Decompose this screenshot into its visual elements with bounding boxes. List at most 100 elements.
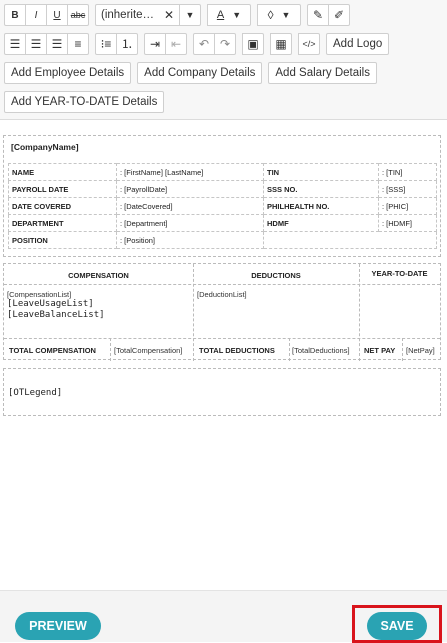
salary-section[interactable]: COMPENSATION DEDUCTIONS YEAR-TO-DATE [Co…: [3, 263, 441, 361]
editor-toolbar: B I U abc (inherite… ✕ ▼ A ▼ ◊ ▼ ✎ ✐ ☰ ☰…: [0, 0, 447, 120]
add-logo-button[interactable]: Add Logo: [326, 33, 390, 55]
outdent-button[interactable]: ⇤: [165, 33, 187, 55]
fill-color-icon: ◊: [267, 8, 274, 22]
leave-usage-list: [LeaveUsageList]: [7, 299, 94, 309]
code-group: </>: [298, 33, 320, 55]
add-salary-details-button[interactable]: Add Salary Details: [268, 62, 377, 84]
deduction-list: [DeductionList]: [197, 290, 247, 299]
font-family-dropdown[interactable]: ▼: [179, 4, 201, 26]
cell-divider: [289, 338, 290, 361]
cell-divider: [402, 338, 403, 361]
strikethrough-button[interactable]: abc: [67, 4, 89, 26]
add-company-details-button[interactable]: Add Company Details: [137, 62, 263, 84]
add-ytd-details-button[interactable]: Add YEAR-TO-DATE Details: [4, 91, 165, 113]
position-value: : [Position]: [116, 231, 264, 249]
footer-bar: PREVIEW SAVE: [0, 590, 447, 643]
hdmf-label: HDMF: [263, 214, 379, 232]
department-value: : [Department]: [116, 214, 264, 232]
redo-button[interactable]: ↷: [214, 33, 236, 55]
align-center-icon: ☰: [30, 37, 42, 51]
font-color-icon: A: [216, 9, 225, 21]
bullet-list-icon: ⁝≡: [100, 37, 112, 51]
justify-icon: ≡: [74, 37, 82, 51]
leave-balance-list: [LeaveBalanceList]: [7, 310, 105, 320]
row-divider: [4, 284, 440, 285]
align-left-button[interactable]: ☰: [4, 33, 26, 55]
tin-value: : [TIN]: [378, 163, 437, 181]
toolbar-row-2: ☰ ☰ ☰ ≡ ⁝≡ ⒈ ⇥ ⇤ ↶ ↷ ▣ ▦ </> Add Logo: [4, 33, 390, 55]
total-deductions-value: [TotalDeductions]: [292, 346, 350, 355]
justify-button[interactable]: ≡: [67, 33, 89, 55]
bold-icon: B: [11, 9, 19, 21]
table-button[interactable]: ▦: [270, 33, 292, 55]
italic-icon: I: [34, 9, 38, 21]
format-group: B I U abc: [4, 4, 89, 26]
ot-legend-section[interactable]: [OTLegend]: [3, 368, 441, 416]
total-compensation-value: [TotalCompensation]: [114, 346, 183, 355]
list-group: ⁝≡ ⒈: [95, 33, 138, 55]
table-group: ▦: [270, 33, 292, 55]
underline-button[interactable]: U: [46, 4, 68, 26]
save-button[interactable]: SAVE: [367, 612, 427, 640]
italic-button[interactable]: I: [25, 4, 47, 26]
column-divider: [359, 264, 360, 361]
hdmf-value: : [HDMF]: [378, 214, 437, 232]
indent-button[interactable]: ⇥: [144, 33, 166, 55]
font-color-group: A ▼: [207, 4, 251, 26]
toolbar-row-1: B I U abc (inherite… ✕ ▼ A ▼ ◊ ▼ ✎ ✐: [4, 4, 356, 26]
image-icon: ▣: [247, 37, 259, 51]
employee-info-section[interactable]: [CompanyName] NAME : [FirstName] [LastNa…: [3, 135, 441, 257]
bold-button[interactable]: B: [4, 4, 26, 26]
table-row: NAME : [FirstName] [LastName] TIN : [TIN…: [8, 163, 437, 181]
editor-canvas[interactable]: [CompanyName] NAME : [FirstName] [LastNa…: [0, 121, 447, 587]
strikethrough-icon: abc: [70, 10, 86, 20]
add-employee-details-button[interactable]: Add Employee Details: [4, 62, 132, 84]
table-row: PAYROLL DATE : [PayrollDate] SSS NO. : […: [8, 180, 437, 198]
position-label: POSITION: [8, 231, 117, 249]
undo-button[interactable]: ↶: [193, 33, 215, 55]
redo-icon: ↷: [219, 37, 231, 51]
bullet-list-button[interactable]: ⁝≡: [95, 33, 117, 55]
font-family-select[interactable]: (inherite… ✕: [95, 4, 180, 26]
net-pay-value: [NetPay]: [406, 346, 435, 355]
name-label: NAME: [8, 163, 117, 181]
row-divider: [4, 338, 440, 339]
ot-legend: [OTLegend]: [8, 388, 63, 398]
philhealth-value: : [PHIC]: [378, 197, 437, 215]
brush-button[interactable]: ✎: [307, 4, 329, 26]
preview-button[interactable]: PREVIEW: [15, 612, 101, 640]
clear-font-icon[interactable]: ✕: [164, 9, 174, 21]
code-icon: </>: [302, 39, 316, 49]
sss-label: SSS NO.: [263, 180, 379, 198]
fill-color-group: ◊ ▼: [257, 4, 301, 26]
outdent-icon: ⇤: [170, 37, 182, 51]
name-value: : [FirstName] [LastName]: [116, 163, 264, 181]
align-right-button[interactable]: ☰: [46, 33, 68, 55]
eraser-button[interactable]: ✐: [328, 4, 350, 26]
tin-label: TIN: [263, 163, 379, 181]
date-covered-value: : [DateCovered]: [116, 197, 264, 215]
image-button[interactable]: ▣: [242, 33, 264, 55]
image-group: ▣: [242, 33, 264, 55]
caret-down-icon: ▼: [232, 10, 242, 20]
eraser-icon: ✐: [333, 8, 345, 22]
table-row: DATE COVERED : [DateCovered] PHILHEALTH …: [8, 197, 437, 215]
compensation-list: [CompensationList]: [7, 290, 72, 299]
employee-info-table: NAME : [FirstName] [LastName] TIN : [TIN…: [8, 163, 437, 249]
font-family-value: (inherite…: [101, 9, 155, 21]
underline-icon: U: [53, 9, 61, 21]
align-center-button[interactable]: ☰: [25, 33, 47, 55]
payroll-date-value: : [PayrollDate]: [116, 180, 264, 198]
font-group: (inherite… ✕ ▼: [95, 4, 201, 26]
cell-divider: [110, 338, 111, 361]
font-color-button[interactable]: A ▼: [207, 4, 251, 26]
fill-color-button[interactable]: ◊ ▼: [257, 4, 301, 26]
table-icon: ▦: [275, 37, 287, 51]
table-row: POSITION : [Position]: [8, 231, 437, 249]
empty-cell: [263, 231, 437, 249]
philhealth-label: PHILHEALTH NO.: [263, 197, 379, 215]
caret-down-icon: ▼: [185, 10, 195, 20]
align-group: ☰ ☰ ☰ ≡: [4, 33, 89, 55]
code-button[interactable]: </>: [298, 33, 320, 55]
numbered-list-button[interactable]: ⒈: [116, 33, 138, 55]
